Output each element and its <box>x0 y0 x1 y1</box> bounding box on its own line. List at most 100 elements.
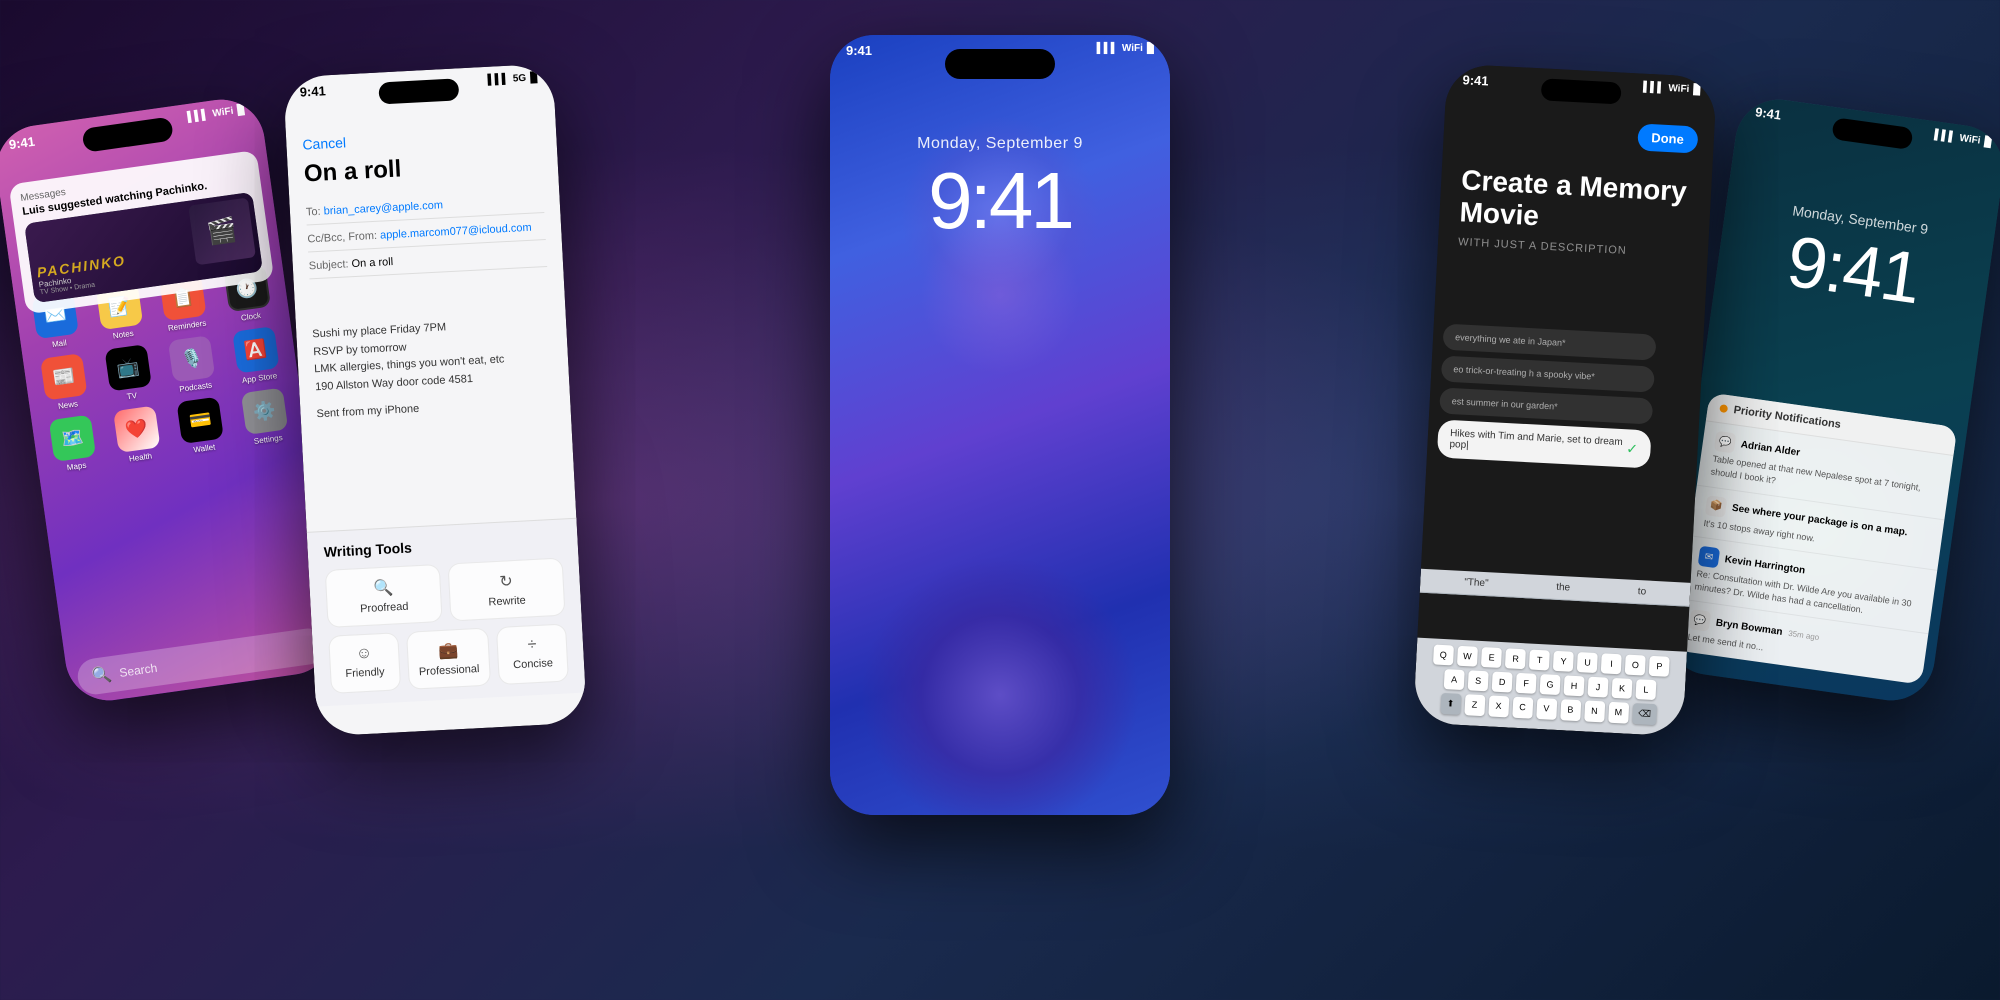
phone2-screen: 9:41 ▌▌▌ 5G █ Cancel On a roll To: brian… <box>283 63 587 736</box>
key-a[interactable]: A <box>1444 669 1465 690</box>
key-z[interactable]: Z <box>1464 694 1485 716</box>
notif-sender-4: Bryn Bowman <box>1715 618 1783 638</box>
key-v[interactable]: V <box>1536 698 1557 720</box>
phone3-time-display: 9:41 <box>928 156 1072 245</box>
app-wallet-label: Wallet <box>193 443 216 455</box>
key-i[interactable]: I <box>1601 653 1622 674</box>
app-notes-label: Notes <box>112 329 134 341</box>
phone4-dynamic-island <box>1541 78 1622 104</box>
proofread-label: Proofread <box>360 601 409 616</box>
concise-label: Concise <box>513 657 553 671</box>
key-o[interactable]: O <box>1625 655 1646 676</box>
key-n[interactable]: N <box>1584 700 1605 722</box>
phone2-dynamic-island <box>378 78 459 104</box>
key-t[interactable]: T <box>1529 650 1550 671</box>
chat-bubble-check-row: Hikes with Tim and Marie, set to dream p… <box>1449 428 1638 460</box>
battery-icon: █ <box>237 104 246 116</box>
phone4-time: 9:41 <box>1462 72 1489 88</box>
key-q[interactable]: Q <box>1433 644 1454 665</box>
app-podcasts[interactable]: 🎙️ Podcasts <box>161 334 224 395</box>
app-wallet[interactable]: 💳 Wallet <box>170 396 233 457</box>
battery-icon: █ <box>1693 84 1701 95</box>
app-reminders-label: Reminders <box>167 319 207 333</box>
app-clock-label: Clock <box>240 311 261 323</box>
predictive-word-3[interactable]: to <box>1638 586 1647 597</box>
key-delete[interactable]: ⌫ <box>1632 703 1658 725</box>
chat-bubble-3: est summer in our garden* <box>1439 387 1653 424</box>
key-s[interactable]: S <box>1468 670 1489 691</box>
concise-icon: ÷ <box>527 636 537 654</box>
phone5-time-display: 9:41 <box>1782 221 1924 319</box>
phone4-done-button[interactable]: Done <box>1637 123 1699 153</box>
app-store[interactable]: 🅰️ App Store <box>225 325 288 386</box>
friendly-icon: ☺ <box>355 645 372 664</box>
rewrite-button[interactable]: ↻ Rewrite <box>448 558 566 622</box>
phone-3: 9:41 ▌▌▌ WiFi █ Monday, September 9 9:41 <box>830 35 1170 815</box>
app-maps[interactable]: 🗺️ Maps <box>42 413 105 474</box>
phone3-bottom-orb <box>860 555 1140 815</box>
signal-icon: ▌▌▌ <box>1643 82 1665 94</box>
key-j[interactable]: J <box>1588 677 1609 698</box>
key-c[interactable]: C <box>1512 697 1533 719</box>
chat-bubble-4: Hikes with Tim and Marie, set to dream p… <box>1437 419 1651 468</box>
notif-time-4: 35m ago <box>1788 629 1820 642</box>
predictive-word-2[interactable]: the <box>1556 582 1570 594</box>
app-store-label: App Store <box>241 371 277 385</box>
phone2-status-icons: ▌▌▌ 5G █ <box>487 72 537 86</box>
writing-tools-secondary-buttons: ☺ Friendly 💼 Professional ÷ Concise <box>328 623 569 693</box>
writing-tools-section: Writing Tools 🔍 Proofread ↻ Rewrite ☺ Fr… <box>307 518 586 707</box>
signal-icon: ▌▌▌ <box>1097 43 1118 54</box>
mail-body[interactable]: Sushi my place Friday 7PM RSVP by tomorr… <box>295 303 571 435</box>
rewrite-icon: ↻ <box>499 571 513 592</box>
key-m[interactable]: M <box>1608 702 1629 724</box>
proofread-icon: 🔍 <box>373 577 394 598</box>
mail-subject-title: On a roll <box>303 148 542 188</box>
key-k[interactable]: K <box>1611 678 1632 699</box>
professional-button[interactable]: 💼 Professional <box>406 628 491 690</box>
app-podcasts-label: Podcasts <box>179 380 213 393</box>
battery-icon: █ <box>1147 43 1154 54</box>
key-b[interactable]: B <box>1560 699 1581 721</box>
key-d[interactable]: D <box>1492 672 1513 693</box>
key-h[interactable]: H <box>1564 675 1585 696</box>
key-g[interactable]: G <box>1540 674 1561 695</box>
app-news[interactable]: 📰 News <box>33 352 96 413</box>
phone1-status-icons: ▌▌▌ WiFi █ <box>187 104 245 123</box>
phone3-lock-date: Monday, September 9 <box>830 135 1170 153</box>
keyboard: Q W E R T Y U I O P A S D F G H J K L <box>1413 638 1687 737</box>
key-l[interactable]: L <box>1635 679 1656 700</box>
phone3-dynamic-island <box>945 49 1055 79</box>
app-settings-label: Settings <box>253 433 283 446</box>
predictive-bar: "The" the to <box>1420 569 1691 607</box>
app-health[interactable]: ❤️ Health <box>106 405 169 466</box>
phone-2: 9:41 ▌▌▌ 5G █ Cancel On a roll To: brian… <box>283 63 587 736</box>
key-p[interactable]: P <box>1649 656 1670 677</box>
notif-item-4-icon: 💬 <box>1689 609 1712 632</box>
app-tv[interactable]: 📺 TV <box>97 343 160 404</box>
mail-cancel-button[interactable]: Cancel <box>302 124 541 152</box>
professional-label: Professional <box>419 663 480 678</box>
app-maps-label: Maps <box>66 461 87 473</box>
key-e[interactable]: E <box>1481 647 1502 668</box>
chat-bubble-1: everything we ate in Japan* <box>1442 324 1656 361</box>
key-w[interactable]: W <box>1457 646 1479 667</box>
concise-button[interactable]: ÷ Concise <box>496 623 569 685</box>
wifi-icon: WiFi <box>1668 83 1690 95</box>
key-shift[interactable]: ⬆ <box>1440 693 1461 715</box>
priority-notifications-card: Priority Notifications 💬 Adrian Alder Ta… <box>1674 393 1958 685</box>
proofread-button[interactable]: 🔍 Proofread <box>325 564 443 628</box>
app-settings[interactable]: ⚙️ Settings <box>233 387 296 448</box>
app-tv-label: TV <box>126 391 137 401</box>
key-u[interactable]: U <box>1577 652 1598 673</box>
rewrite-label: Rewrite <box>488 595 526 609</box>
phone3-status-icons: ▌▌▌ WiFi █ <box>1097 43 1154 54</box>
notif-item-1-icon: 💬 <box>1714 431 1737 454</box>
notif-item-2-icon: 📦 <box>1705 495 1728 518</box>
key-y[interactable]: Y <box>1553 651 1574 672</box>
priority-dot-icon <box>1719 405 1728 414</box>
key-x[interactable]: X <box>1488 695 1509 717</box>
predictive-word-1[interactable]: "The" <box>1464 577 1489 589</box>
key-f[interactable]: F <box>1516 673 1537 694</box>
friendly-button[interactable]: ☺ Friendly <box>328 632 401 694</box>
key-r[interactable]: R <box>1505 648 1526 669</box>
